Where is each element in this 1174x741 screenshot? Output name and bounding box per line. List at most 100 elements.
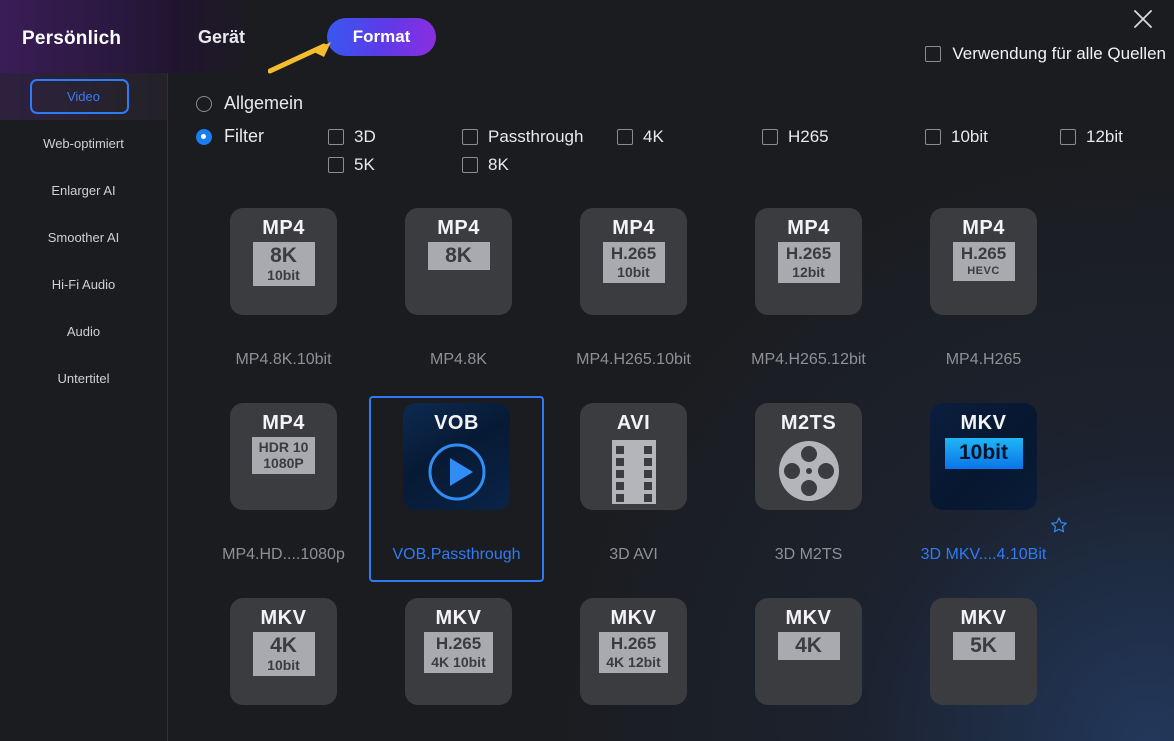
tile-label: MP4.H265 bbox=[945, 351, 1022, 368]
tile-label: MP4.HD....1080p bbox=[222, 546, 345, 563]
tile-row: MKV4K10bit3D MKV 4K 10bitMKVH.2654K 10bi… bbox=[168, 591, 1174, 741]
format-tile[interactable]: MKVH.2654K 12bit3D MKV....5.12bit bbox=[546, 591, 721, 741]
page-title: Persönlich bbox=[22, 28, 122, 49]
format-tile[interactable]: MKV 10bit 3D MKV....4.10Bit bbox=[896, 396, 1071, 582]
tile-format-name: MKV bbox=[960, 607, 1007, 629]
tile-format-name: MP4 bbox=[787, 217, 830, 239]
mkv-5k-icon: MKV 5K bbox=[930, 598, 1037, 705]
sidebar-item-label: Web-optimiert bbox=[43, 136, 124, 151]
filter-label: 8K bbox=[488, 155, 509, 174]
tile-chip: H.265 12bit bbox=[777, 242, 840, 283]
format-tile[interactable]: MKV4K3D MKV 4K bbox=[721, 591, 896, 741]
radio-filter[interactable]: Filter bbox=[196, 126, 328, 147]
tile-chip-line: HEVC bbox=[967, 265, 1000, 277]
format-tile[interactable]: MP4 H.265 10bit MP4.H265.10bit bbox=[546, 201, 721, 387]
format-tile[interactable]: MP4 8K MP4.8K bbox=[371, 201, 546, 387]
tile-format-name: MKV bbox=[435, 607, 482, 629]
tile-label: 3D MKV....4.10Bit bbox=[920, 546, 1047, 563]
tile-format-name: MKV bbox=[785, 607, 832, 629]
filter-checkbox-3d[interactable]: 3D bbox=[328, 127, 376, 147]
filter-checkbox-12bit[interactable]: 12bit bbox=[1060, 127, 1123, 147]
radio-filter-label: Filter bbox=[224, 126, 264, 146]
format-picker-dialog: Persönlich Gerät Format Verwendung für a… bbox=[0, 0, 1174, 741]
tile-chip-line: 10bit bbox=[617, 264, 650, 280]
filter-checkbox-h265[interactable]: H265 bbox=[762, 127, 829, 147]
format-tile[interactable]: MP4 H.265 12bit MP4.H265.12bit bbox=[721, 201, 896, 387]
tile-label: VOB.Passthrough bbox=[392, 546, 521, 563]
checkbox-box bbox=[762, 128, 778, 145]
tile-chip: HDR 10 1080P bbox=[251, 437, 316, 474]
tile-chip: H.265 4K 10bit bbox=[424, 632, 493, 673]
filter-label: 12bit bbox=[1086, 126, 1123, 146]
format-tile[interactable]: MKV4K10bit3D MKV 4K 10bit bbox=[196, 591, 371, 741]
tile-chip: 8K bbox=[427, 242, 490, 270]
sidebar-item-audio[interactable]: Audio bbox=[0, 308, 167, 355]
tab-format[interactable]: Format bbox=[327, 18, 436, 56]
tile-format-name: MKV bbox=[610, 607, 657, 629]
sidebar-item-label: Video bbox=[66, 89, 100, 104]
tile-chip: H.265 10bit bbox=[602, 242, 665, 283]
filter-label: 4K bbox=[643, 126, 664, 146]
sidebar-item-label: Hi-Fi Audio bbox=[51, 277, 116, 292]
tile-chip: H.265 HEVC bbox=[952, 242, 1015, 281]
checkbox-box bbox=[925, 46, 942, 62]
format-tile[interactable]: VOB VOB.Passthrough bbox=[369, 396, 544, 582]
format-tile[interactable]: MKVH.2654K 10bit3D MKV....5.10Bit bbox=[371, 591, 546, 741]
tile-chip-line: 4K 12bit bbox=[606, 654, 661, 670]
sidebar-item-untertitel[interactable]: Untertitel bbox=[0, 355, 167, 402]
tile-format-name: MKV bbox=[260, 607, 307, 629]
tile-label: 3D M2TS bbox=[774, 546, 843, 563]
favorite-star-icon[interactable] bbox=[1050, 516, 1068, 534]
format-tile[interactable]: MP4 HDR 10 1080P MP4.HD....1080p bbox=[196, 396, 371, 582]
radio-allgemein-label: Allgemein bbox=[224, 93, 304, 113]
sidebar-item-enlarger-ai[interactable]: Enlarger AI bbox=[0, 167, 167, 214]
close-button[interactable] bbox=[1122, 2, 1164, 36]
filter-checkbox-passthrough[interactable]: Passthrough bbox=[462, 127, 583, 147]
radio-allgemein[interactable]: Allgemein bbox=[196, 93, 328, 114]
filmstrip-icon bbox=[611, 440, 656, 504]
use-for-all-sources-checkbox[interactable]: Verwendung für alle Quellen bbox=[925, 44, 1166, 64]
tile-chip-line: 4K 10bit bbox=[431, 654, 486, 670]
sidebar-item-label: Smoother AI bbox=[47, 230, 120, 245]
mp4-h265-12bit-icon: MP4 H.265 12bit bbox=[755, 208, 862, 315]
tile-row: MP4 HDR 10 1080P MP4.HD....1080p VOB VOB.Pass… bbox=[168, 396, 1174, 591]
sidebar-item-hi-fi-audio[interactable]: Hi-Fi Audio bbox=[0, 261, 167, 308]
tile-chip-line: 8K bbox=[445, 244, 472, 267]
tile-chip-line: 5K bbox=[970, 634, 997, 657]
filter-checkbox-5k[interactable]: 5K bbox=[328, 155, 375, 175]
sidebar-item-smoother-ai[interactable]: Smoother AI bbox=[0, 214, 167, 261]
checkbox-box bbox=[925, 128, 941, 145]
tile-format-name: VOB bbox=[434, 412, 479, 434]
format-tile[interactable]: AVI 3D AVI bbox=[546, 396, 721, 582]
filter-checkbox-8k[interactable]: 8K bbox=[462, 155, 509, 175]
filter-label: 5K bbox=[354, 155, 375, 174]
filter-label: 3D bbox=[354, 126, 376, 146]
tile-format-name: MP4 bbox=[262, 217, 305, 239]
tile-chip-line: H.265 bbox=[610, 634, 657, 653]
mkv-h265-4k-12bit-icon: MKV H.265 4K 12bit bbox=[580, 598, 687, 705]
tile-format-name: MP4 bbox=[262, 412, 305, 434]
tile-chip-line: H.265 bbox=[785, 244, 832, 263]
format-tile[interactable]: M2TS 3D M2TS bbox=[721, 396, 896, 582]
sidebar-item-video[interactable]: Video bbox=[0, 73, 167, 120]
tile-chip-line: 8K bbox=[270, 244, 297, 267]
mode-row-allgemein: Allgemein bbox=[196, 93, 1174, 114]
tile-format-name: MP4 bbox=[962, 217, 1005, 239]
mp4-8k-10bit-icon: MP4 8K 10bit bbox=[230, 208, 337, 315]
sidebar-item-web-optimiert[interactable]: Web-optimiert bbox=[0, 120, 167, 167]
filter-checkbox-10bit[interactable]: 10bit bbox=[925, 127, 988, 147]
tile-format-name: MKV bbox=[960, 412, 1007, 434]
tab-geraet[interactable]: Gerät bbox=[198, 27, 245, 48]
dialog-header: Persönlich Gerät Format Verwendung für a… bbox=[0, 0, 1174, 74]
format-tile[interactable]: MKV5K3D MKV 5K bbox=[896, 591, 1071, 741]
format-tile-grid: MP4 8K 10bit MP4.8K.10bit MP4 8K MP4.8K MP4 H.26… bbox=[168, 201, 1174, 741]
format-tile[interactable]: MP4 H.265 HEVC MP4.H265 bbox=[896, 201, 1071, 387]
format-tile[interactable]: MP4 8K 10bit MP4.8K.10bit bbox=[196, 201, 371, 387]
mkv-10bit-icon: MKV 10bit bbox=[930, 403, 1037, 510]
tile-chip-line: H.265 bbox=[435, 634, 482, 653]
filter-checkbox-4k[interactable]: 4K bbox=[617, 127, 664, 147]
filter-checkbox-row-2: 5K 8K bbox=[328, 155, 1174, 175]
close-icon bbox=[1134, 10, 1152, 28]
tile-chip-line: H.265 bbox=[960, 244, 1007, 263]
tile-format-name: MP4 bbox=[612, 217, 655, 239]
